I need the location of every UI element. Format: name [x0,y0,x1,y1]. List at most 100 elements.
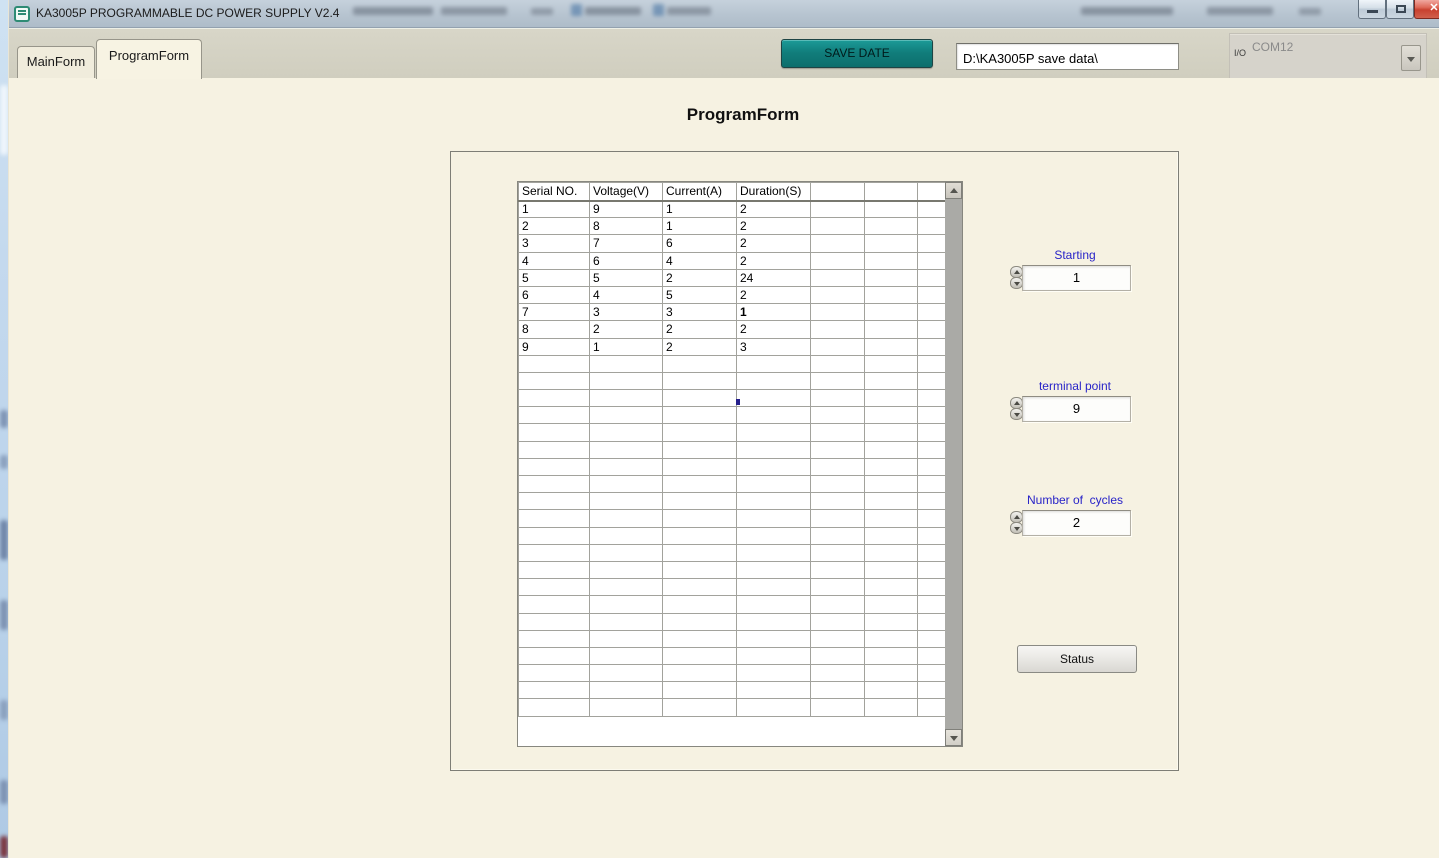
table-cell[interactable]: 3 [590,304,663,321]
table-cell[interactable] [865,218,918,235]
table-cell[interactable]: 3 [737,338,811,355]
table-cell[interactable] [519,682,590,699]
table-cell[interactable] [811,218,865,235]
table-cell[interactable]: 2 [590,321,663,338]
table-cell[interactable] [865,527,918,544]
table-cell[interactable] [519,699,590,716]
table-cell[interactable] [519,407,590,424]
table-cell[interactable] [811,613,865,630]
table-cell[interactable] [663,441,737,458]
table-cell[interactable] [663,665,737,682]
table-cell[interactable] [737,493,811,510]
table-cell[interactable] [865,699,918,716]
table-cell[interactable] [737,596,811,613]
table-cell[interactable] [811,441,865,458]
table-cell[interactable] [918,476,947,493]
number-of-cycles-value-field[interactable]: 2 [1022,510,1131,536]
table-cell[interactable] [918,355,947,372]
table-cell[interactable] [519,458,590,475]
table-cell[interactable] [865,458,918,475]
table-cell[interactable] [737,630,811,647]
table-cell[interactable] [737,613,811,630]
table-cell[interactable] [590,372,663,389]
table-cell[interactable] [811,424,865,441]
table-cell[interactable] [918,235,947,252]
table-cell[interactable]: 2 [663,269,737,286]
table-cell[interactable] [865,682,918,699]
table-cell[interactable] [918,561,947,578]
table-cell[interactable]: 3 [519,235,590,252]
table-cell[interactable] [918,647,947,664]
table-cell[interactable] [737,682,811,699]
table-cell[interactable] [865,647,918,664]
table-cell[interactable]: 2 [737,321,811,338]
table-cell[interactable] [811,407,865,424]
table-cell[interactable] [737,458,811,475]
table-cell[interactable] [865,235,918,252]
table-cell[interactable] [590,355,663,372]
table-cell[interactable] [590,665,663,682]
close-button[interactable]: ✕ [1414,0,1439,19]
table-cell[interactable] [737,544,811,561]
table-cell[interactable] [811,510,865,527]
table-cell[interactable] [663,390,737,407]
table-cell[interactable] [663,596,737,613]
table-cell[interactable] [918,630,947,647]
table-cell[interactable] [918,321,947,338]
table-cell[interactable] [737,424,811,441]
table-cell[interactable] [865,544,918,561]
table-cell[interactable] [811,252,865,269]
table-cell[interactable] [663,493,737,510]
table-cell[interactable] [519,613,590,630]
table-cell[interactable] [519,596,590,613]
table-cell[interactable] [519,510,590,527]
table-cell[interactable] [811,338,865,355]
table-cell[interactable] [865,441,918,458]
table-cell[interactable] [918,544,947,561]
table-cell[interactable] [663,579,737,596]
table-cell[interactable] [811,372,865,389]
table-cell[interactable] [918,304,947,321]
table-cell[interactable] [811,476,865,493]
table-cell[interactable] [918,390,947,407]
table-cell[interactable] [918,286,947,303]
table-cell[interactable] [918,579,947,596]
table-cell[interactable]: 6 [663,235,737,252]
table-cell[interactable] [811,493,865,510]
table-cell[interactable] [811,390,865,407]
table-cell[interactable]: 1 [663,201,737,218]
table-cell[interactable]: 7 [590,235,663,252]
table-cell[interactable] [737,476,811,493]
table-cell[interactable] [663,613,737,630]
table-cell[interactable] [519,544,590,561]
table-cell[interactable] [811,596,865,613]
table-cell[interactable] [811,699,865,716]
table-cell[interactable] [865,596,918,613]
tab-mainform[interactable]: MainForm [17,46,95,79]
table-cell[interactable] [811,269,865,286]
table-cell[interactable] [865,286,918,303]
table-cell[interactable] [865,493,918,510]
table-cell[interactable] [865,269,918,286]
table-cell[interactable] [918,493,947,510]
table-cell[interactable] [663,544,737,561]
table-cell[interactable] [865,407,918,424]
table-cell[interactable] [590,561,663,578]
table-cell[interactable] [811,682,865,699]
table-cell[interactable]: 4 [663,252,737,269]
table-cell[interactable]: 9 [590,201,663,218]
table-cell[interactable] [811,355,865,372]
table-cell[interactable] [918,613,947,630]
table-cell[interactable] [663,355,737,372]
table-cell[interactable] [918,510,947,527]
table-cell[interactable] [663,699,737,716]
table-cell[interactable] [865,630,918,647]
table-cell[interactable] [590,630,663,647]
table-cell[interactable] [737,390,811,407]
table-cell[interactable] [811,321,865,338]
table-cell[interactable] [811,235,865,252]
scroll-down-icon[interactable] [945,729,962,746]
table-cell[interactable] [737,647,811,664]
table-cell[interactable] [918,665,947,682]
table-cell[interactable] [918,527,947,544]
